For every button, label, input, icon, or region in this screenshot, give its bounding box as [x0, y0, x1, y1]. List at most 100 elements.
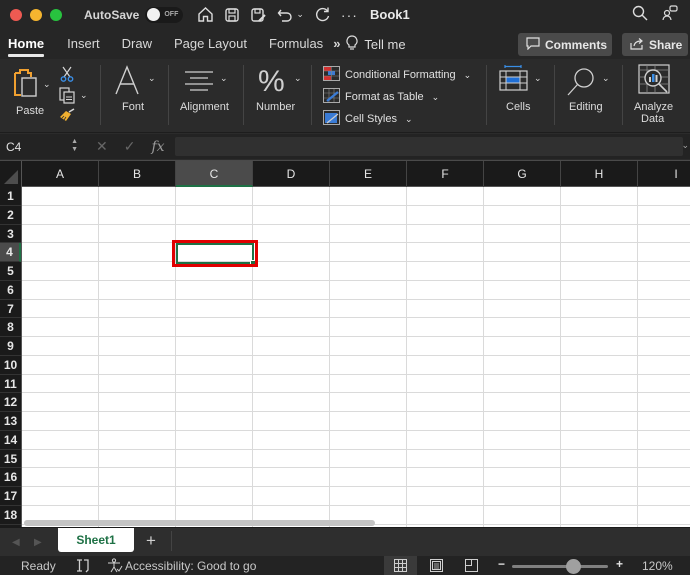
- page-layout-view-button[interactable]: [420, 556, 453, 575]
- row-header-1[interactable]: 1: [0, 187, 21, 206]
- insert-function-icon[interactable]: fx: [151, 139, 164, 155]
- tab-insert[interactable]: Insert: [59, 29, 108, 59]
- row-header-3[interactable]: 3: [0, 225, 21, 244]
- column-gridline: [560, 187, 561, 527]
- save-icon[interactable]: [224, 7, 240, 23]
- more-icon[interactable]: ···: [341, 7, 358, 23]
- home-icon[interactable]: [197, 6, 214, 23]
- cell-styles-button[interactable]: Cell Styles ⌄: [323, 110, 413, 128]
- column-header-d[interactable]: D: [253, 161, 330, 187]
- number-group[interactable]: % ⌄ Number: [250, 59, 310, 133]
- next-sheet-arrow-icon[interactable]: ▶: [34, 537, 42, 548]
- cell-styles-label: Cell Styles: [345, 113, 397, 125]
- row-header-18[interactable]: 18: [0, 506, 21, 525]
- row-header-14[interactable]: 14: [0, 431, 21, 450]
- row-header-15[interactable]: 15: [0, 450, 21, 469]
- tabs-overflow-button[interactable]: »: [331, 29, 342, 59]
- share-label: Share: [649, 37, 683, 52]
- tab-page-layout[interactable]: Page Layout: [166, 29, 255, 59]
- row-header-17[interactable]: 17: [0, 487, 21, 506]
- conditional-formatting-label: Conditional Formatting: [345, 69, 456, 81]
- macro-record-icon[interactable]: [75, 558, 90, 575]
- row-header-8[interactable]: 8: [0, 318, 21, 337]
- name-box[interactable]: C4 ▲ ▼: [0, 134, 84, 159]
- expand-formula-bar-icon[interactable]: ⌄: [681, 140, 689, 151]
- copy-dropdown-icon[interactable]: ⌄: [80, 90, 88, 101]
- spreadsheet-grid[interactable]: ABCDEFGHI 1 2 3 4 5 6 7 8 9 10 11 12 13 14 15 16 17 18: [0, 160, 690, 527]
- row-header-10[interactable]: 10: [0, 356, 21, 375]
- zoom-level[interactable]: 120%: [642, 559, 673, 573]
- search-icon[interactable]: [632, 5, 648, 26]
- row-header-13[interactable]: 13: [0, 412, 21, 431]
- minimize-window-button[interactable]: [30, 8, 42, 21]
- format-as-table-button[interactable]: Format as Table ⌄: [323, 88, 439, 106]
- add-sheet-button[interactable]: +: [146, 531, 156, 551]
- formula-input[interactable]: [175, 137, 683, 156]
- tab-draw[interactable]: Draw: [114, 29, 160, 59]
- column-header-h[interactable]: H: [561, 161, 638, 187]
- row-header-6[interactable]: 6: [0, 281, 21, 300]
- row-gridline: [22, 486, 690, 487]
- column-header-a[interactable]: A: [22, 161, 99, 187]
- row-gridline: [22, 429, 690, 431]
- row-gridline: [22, 392, 690, 394]
- row-header-5[interactable]: 5: [0, 262, 21, 281]
- row-header-2[interactable]: 2: [0, 206, 21, 225]
- font-group[interactable]: ⌄ Font: [108, 59, 166, 133]
- column-header-i[interactable]: I: [638, 161, 690, 187]
- name-box-stepper-icon[interactable]: ▲ ▼: [71, 138, 78, 154]
- tab-formulas[interactable]: Formulas: [261, 29, 331, 59]
- conditional-formatting-button[interactable]: Conditional Formatting ⌄: [323, 66, 471, 84]
- row-header-11[interactable]: 11: [0, 375, 21, 394]
- column-header-g[interactable]: G: [484, 161, 561, 187]
- alignment-group[interactable]: ⌄ Alignment: [172, 59, 242, 133]
- normal-view-button[interactable]: [384, 556, 417, 575]
- format-painter-icon[interactable]: [59, 108, 76, 128]
- editing-group[interactable]: ⌄ Editing: [560, 59, 620, 133]
- select-all-button[interactable]: [0, 161, 22, 187]
- close-window-button[interactable]: [10, 8, 22, 21]
- save-as-icon[interactable]: [250, 7, 267, 23]
- column-header-b[interactable]: B: [99, 161, 176, 187]
- confirm-icon[interactable]: ✓: [124, 138, 136, 155]
- cells-group[interactable]: ⌄ Cells: [492, 59, 552, 133]
- accessibility-icon[interactable]: [107, 558, 123, 575]
- cut-icon[interactable]: [60, 66, 74, 87]
- row-header-7[interactable]: 7: [0, 300, 21, 319]
- paste-button[interactable]: ⌄ Paste: [10, 67, 54, 119]
- row-header-4[interactable]: 4: [0, 243, 21, 262]
- comments-button[interactable]: Comments: [518, 33, 612, 56]
- tell-me-search[interactable]: Tell me: [346, 34, 406, 54]
- row-header-9[interactable]: 9: [0, 337, 21, 356]
- maximize-window-button[interactable]: [50, 8, 62, 21]
- people-share-icon[interactable]: [662, 5, 678, 26]
- ribbon-home: ⌄ Paste ⌄ ⌄ Font ⌄ Alignment % ⌄ Number …: [0, 59, 690, 133]
- accessibility-status[interactable]: Accessibility: Good to go: [125, 559, 256, 573]
- sheet-tab-sheet1[interactable]: Sheet1: [58, 528, 134, 552]
- undo-dropdown-icon[interactable]: ⌄: [296, 9, 304, 20]
- column-header-f[interactable]: F: [407, 161, 484, 187]
- cancel-icon[interactable]: ✕: [96, 138, 108, 155]
- share-button[interactable]: Share: [622, 33, 688, 56]
- analyze-data-button[interactable]: Analyze Data: [626, 59, 690, 133]
- copy-icon[interactable]: [59, 87, 75, 109]
- zoom-slider-knob[interactable]: [566, 559, 582, 574]
- zoom-out-button[interactable]: −: [498, 557, 505, 571]
- page-break-view-button[interactable]: [455, 556, 488, 575]
- horizontal-scrollbar[interactable]: [24, 520, 375, 526]
- zoom-slider[interactable]: [512, 559, 608, 574]
- autosave-label: AutoSave: [84, 7, 140, 22]
- redo-icon[interactable]: [314, 6, 331, 23]
- lightbulb-icon: [346, 34, 358, 54]
- autosave-toggle[interactable]: OFF: [145, 6, 184, 23]
- prev-sheet-arrow-icon[interactable]: ◀: [12, 537, 20, 548]
- tab-home[interactable]: Home: [0, 29, 52, 59]
- paste-dropdown-icon[interactable]: ⌄: [43, 79, 51, 90]
- row-header-12[interactable]: 12: [0, 393, 21, 412]
- column-header-e[interactable]: E: [330, 161, 407, 187]
- row-header-16[interactable]: 16: [0, 468, 21, 487]
- undo-icon[interactable]: [277, 7, 293, 23]
- column-header-c[interactable]: C: [176, 161, 253, 187]
- column-gridline: [175, 187, 176, 527]
- zoom-in-button[interactable]: +: [616, 557, 623, 571]
